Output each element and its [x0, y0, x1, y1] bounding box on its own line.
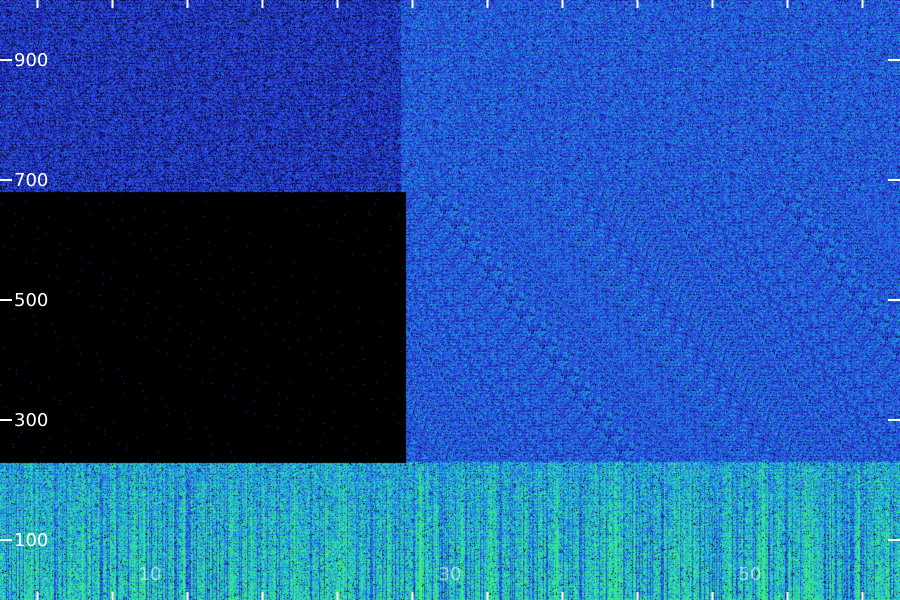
x-tick-label: 50	[739, 564, 762, 585]
y-tick-label: 700	[14, 170, 48, 191]
x-axis-ticks: 10 30 50	[36, 0, 864, 600]
y-tick-label: 900	[14, 50, 48, 71]
y-axis-ticks: 100 300 500 700 900	[0, 50, 900, 551]
x-tick-label: 10	[139, 564, 162, 585]
y-tick-label: 100	[14, 530, 48, 551]
axes-overlay: 10 30 50 100 300 500 700 900	[0, 0, 900, 600]
spectrogram-figure: 10 30 50 100 300 500 700 900	[0, 0, 900, 600]
x-tick-label: 30	[439, 564, 462, 585]
y-tick-label: 300	[14, 410, 48, 431]
y-tick-label: 500	[14, 290, 48, 311]
